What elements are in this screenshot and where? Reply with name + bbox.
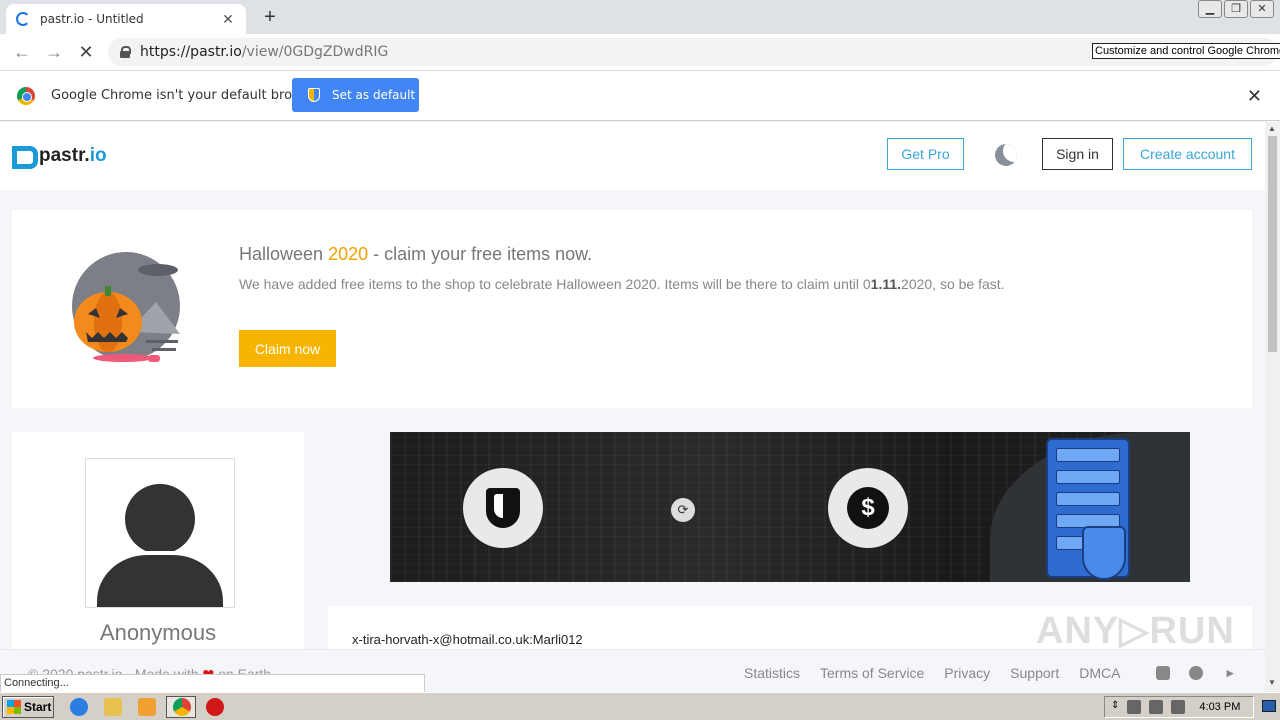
tab-title: pastr.io - Untitled [40, 12, 144, 26]
avatar-head-icon [125, 484, 195, 554]
halloween-promo-card: Halloween 2020 - claim your free items n… [12, 210, 1252, 408]
default-browser-infobar: Google Chrome isn't your default browser… [0, 71, 1280, 121]
get-pro-button[interactable]: Get Pro [887, 138, 964, 170]
twitter-icon[interactable]: ▸ [1223, 666, 1237, 680]
windows-logo-icon [7, 700, 21, 714]
footer-link-privacy[interactable]: Privacy [944, 665, 990, 681]
url-host: https://pastr.io [140, 44, 242, 60]
tab-close-icon[interactable]: ✕ [220, 11, 236, 28]
infobar-message: Google Chrome isn't your default browser [51, 88, 323, 103]
forward-button[interactable]: → [43, 42, 65, 63]
tab-pastr[interactable]: pastr.io - Untitled ✕ [6, 4, 246, 34]
avatar-body-icon [97, 551, 223, 607]
tab-strip: pastr.io - Untitled ✕ + ▁ ❐ ✕ [0, 0, 1280, 34]
author-profile-card: Anonymous [12, 432, 304, 649]
author-name: Anonymous [99, 620, 217, 645]
explorer-folder-icon[interactable] [104, 698, 122, 716]
network-icon[interactable] [1149, 700, 1164, 714]
paste-line[interactable]: x-tira-horvath-x@hotmail.co.uk:Marli012 [352, 632, 583, 647]
dollar-icon: $ [847, 487, 889, 529]
scroll-up-icon[interactable]: ▲ [1268, 124, 1276, 133]
anyrun-watermark: ANY▷RUN [1036, 610, 1235, 652]
web-content: pastr.io Get Pro Sign in Create account … [0, 122, 1265, 649]
footer-link-dmca[interactable]: DMCA [1079, 665, 1120, 681]
discord-icon[interactable] [1156, 666, 1170, 680]
lock-icon[interactable] [120, 46, 131, 58]
opera-icon[interactable] [206, 698, 224, 716]
restore-button[interactable]: ❐ [1224, 0, 1248, 18]
ie-icon[interactable] [70, 698, 88, 716]
server-icon [1046, 438, 1130, 580]
create-account-button[interactable]: Create account [1123, 138, 1252, 170]
start-button[interactable]: Start [2, 696, 54, 718]
back-button[interactable]: ← [11, 42, 33, 63]
volume-icon[interactable] [1127, 700, 1142, 714]
action-center-flag-icon[interactable] [1171, 700, 1186, 714]
loading-spinner-icon [16, 12, 30, 26]
tray-expand-icon[interactable]: ⇕ [1111, 700, 1119, 714]
taskbar: Start ⇕ 4:03 PM [0, 692, 1280, 720]
system-tray: ⇕ 4:03 PM [1104, 696, 1254, 718]
dark-mode-moon-icon[interactable] [995, 144, 1017, 166]
scroll-thumb[interactable] [1268, 136, 1277, 352]
set-as-default-button[interactable]: Set as default [292, 78, 419, 112]
shield-icon [486, 488, 520, 528]
show-desktop-icon[interactable] [1262, 700, 1276, 712]
footer-link-support[interactable]: Support [1010, 665, 1059, 681]
toolbar: ← → ✕ https://pastr.io/view/0GDgZDwdRIG [0, 34, 1280, 71]
scroll-down-icon[interactable]: ▼ [1268, 678, 1276, 687]
footer-link-statistics[interactable]: Statistics [744, 665, 800, 681]
start-label: Start [24, 700, 52, 714]
pastr-logo-icon [12, 146, 38, 169]
sign-in-button[interactable]: Sign in [1042, 138, 1113, 170]
url-path: /view/0GDgZDwdRIG [241, 44, 389, 60]
new-tab-button[interactable]: + [258, 6, 282, 29]
avatar [85, 458, 235, 608]
infobar-close-icon[interactable]: ✕ [1247, 86, 1262, 107]
logo-text: pastr.io [39, 145, 107, 166]
site-header: pastr.io Get Pro Sign in Create account [0, 122, 1265, 190]
site-logo[interactable]: pastr.io [12, 145, 107, 169]
chrome-taskbar-icon [173, 698, 191, 716]
footer-link-terms[interactable]: Terms of Service [820, 665, 924, 681]
media-player-icon[interactable] [138, 698, 156, 716]
taskbar-chrome-button[interactable] [166, 696, 196, 718]
facebook-icon[interactable] [1189, 666, 1203, 680]
ad-banner[interactable]: ⟳ $ [390, 432, 1190, 582]
promo-description: We have added free items to the shop to … [239, 276, 1005, 292]
ad-shield-badge [463, 468, 543, 548]
claim-now-button[interactable]: Claim now [239, 330, 336, 367]
footer-links: Statistics Terms of Service Privacy Supp… [744, 665, 1120, 681]
menu-tooltip: Customize and control Google Chrome [1092, 43, 1280, 59]
pumpkin-illustration-icon [72, 252, 180, 362]
page-scrollbar[interactable]: ▲ ▼ [1265, 122, 1280, 692]
ad-dollar-badge: $ [828, 468, 908, 548]
padlock-shield-icon [1082, 526, 1126, 580]
stop-button[interactable]: ✕ [75, 42, 97, 63]
promo-title: Halloween 2020 - claim your free items n… [239, 244, 593, 264]
status-bubble: Connecting... [0, 674, 425, 693]
set-as-default-label: Set as default [332, 88, 416, 102]
close-window-button[interactable]: ✕ [1250, 0, 1274, 18]
chrome-logo-icon [17, 87, 35, 105]
minimize-button[interactable]: ▁ [1198, 0, 1222, 18]
clock[interactable]: 4:03 PM [1199, 701, 1240, 713]
uac-shield-icon [308, 88, 320, 102]
window-controls: ▁ ❐ ✕ [1198, 0, 1274, 18]
ad-refresh-icon: ⟳ [671, 498, 695, 522]
